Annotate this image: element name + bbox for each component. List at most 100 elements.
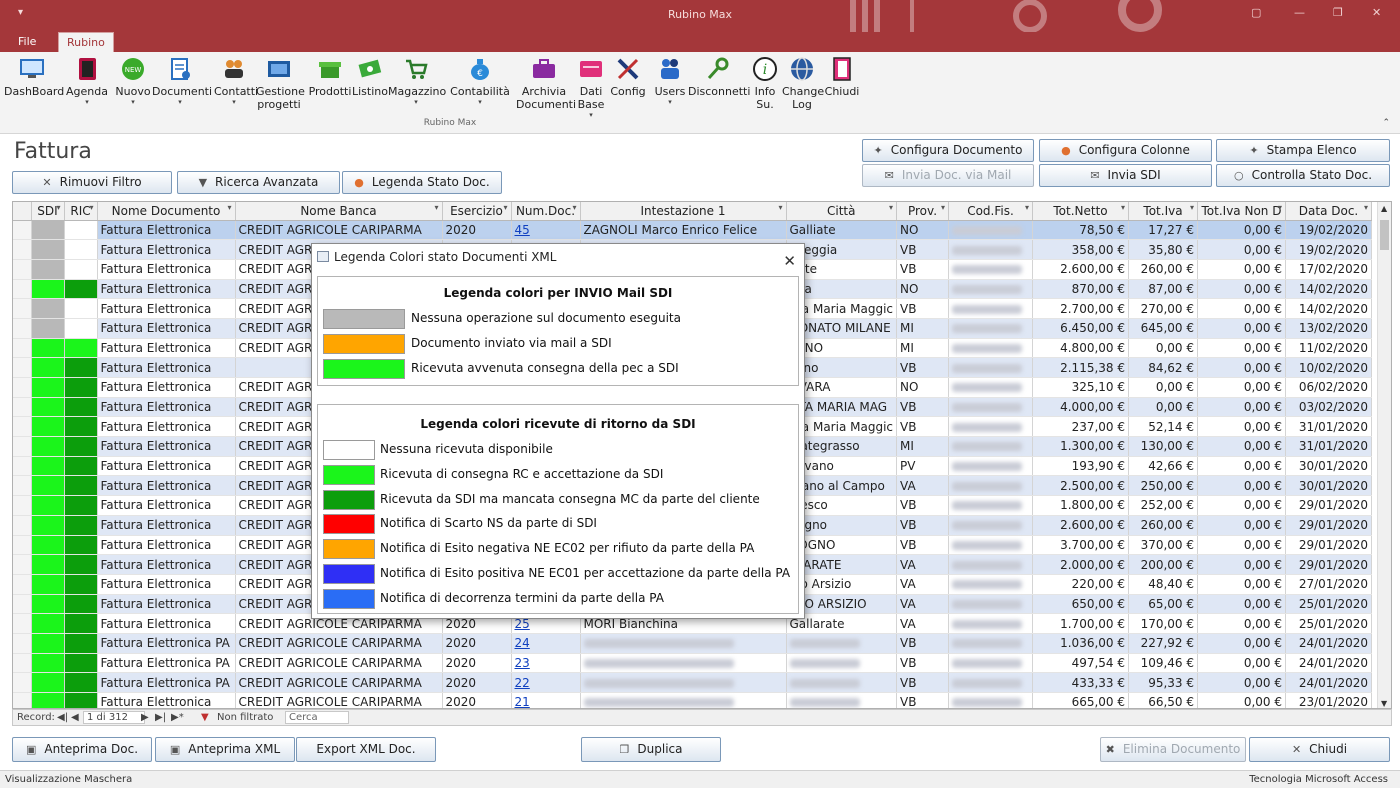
row-selector[interactable] — [13, 416, 32, 438]
ribbon-disconnetti-button[interactable]: Disconnetti — [688, 56, 750, 98]
document-name-cell[interactable]: Fattura Elettronica — [97, 416, 236, 438]
document-name-cell[interactable]: Fattura Elettronica — [97, 279, 236, 300]
sdi-status-cell[interactable] — [31, 279, 65, 300]
tax-code-cell[interactable] — [948, 298, 1033, 319]
vat-nd-cell[interactable]: 0,00 € — [1197, 397, 1286, 418]
tax-code-cell[interactable] — [948, 515, 1033, 536]
sdi-status-cell[interactable] — [31, 259, 65, 280]
tax-code-cell[interactable] — [948, 357, 1033, 378]
table-row[interactable]: Fattura Elettronica PA CREDIT AGRICOLE CA… — [13, 672, 1372, 693]
date-cell[interactable]: 31/01/2020 — [1285, 436, 1372, 457]
net-total-cell[interactable]: 3.700,00 € — [1032, 535, 1129, 556]
row-selector[interactable] — [13, 653, 32, 674]
sdi-status-cell[interactable] — [31, 436, 65, 457]
vat-nd-cell[interactable]: 0,00 € — [1197, 298, 1286, 319]
vat-total-cell[interactable]: 84,62 € — [1128, 357, 1198, 378]
sdi-status-cell[interactable] — [31, 613, 65, 634]
recipient-cell[interactable] — [580, 692, 787, 708]
tax-code-cell[interactable] — [948, 672, 1033, 693]
tax-code-cell[interactable] — [948, 338, 1033, 359]
ric-status-cell[interactable] — [64, 554, 98, 575]
tax-code-cell[interactable] — [948, 633, 1033, 654]
date-cell[interactable]: 24/01/2020 — [1285, 633, 1372, 654]
sdi-status-cell[interactable] — [31, 239, 65, 260]
document-name-cell[interactable]: Fattura Elettronica — [97, 475, 236, 497]
vat-total-cell[interactable]: 109,46 € — [1128, 653, 1198, 674]
vat-total-cell[interactable]: 252,00 € — [1128, 495, 1198, 516]
column-header[interactable]: Tot.Iva ▾ — [1128, 202, 1198, 221]
province-cell[interactable]: VB — [896, 495, 949, 516]
row-selector[interactable] — [13, 475, 32, 497]
vat-total-cell[interactable]: 370,00 € — [1128, 535, 1198, 556]
vat-total-cell[interactable]: 48,40 € — [1128, 574, 1198, 595]
row-selector[interactable] — [13, 279, 32, 300]
row-selector[interactable] — [13, 692, 32, 708]
legenda-stato-doc-button[interactable]: ● Legenda Stato Doc. — [342, 171, 502, 194]
ric-status-cell[interactable] — [64, 416, 98, 438]
sdi-status-cell[interactable] — [31, 554, 65, 575]
sdi-status-cell[interactable] — [31, 318, 65, 339]
row-selector[interactable] — [13, 436, 32, 457]
sdi-status-cell[interactable] — [31, 357, 65, 378]
row-selector[interactable] — [13, 633, 32, 654]
document-name-cell[interactable]: Fattura Elettronica — [97, 535, 236, 556]
province-cell[interactable]: PV — [896, 456, 949, 477]
column-header[interactable]: Esercizio ▾ — [442, 202, 512, 221]
tax-code-cell[interactable] — [948, 692, 1033, 708]
ric-status-cell[interactable] — [64, 692, 98, 708]
ribbon-listino-button[interactable]: Listino — [352, 56, 388, 98]
vat-total-cell[interactable]: 66,50 € — [1128, 692, 1198, 708]
year-cell[interactable]: 2020 — [442, 633, 512, 654]
row-selector[interactable] — [13, 515, 32, 536]
date-cell[interactable]: 29/01/2020 — [1285, 515, 1372, 536]
date-cell[interactable]: 25/01/2020 — [1285, 613, 1372, 634]
date-cell[interactable]: 23/01/2020 — [1285, 692, 1372, 708]
tax-code-cell[interactable] — [948, 377, 1033, 398]
ricerca-avanzata-button[interactable]: ▼ Ricerca Avanzata — [177, 171, 340, 194]
vat-total-cell[interactable]: 52,14 € — [1128, 416, 1198, 438]
tax-code-cell[interactable] — [948, 416, 1033, 438]
filter-off-icon[interactable]: ▼ — [201, 712, 209, 723]
filter-status[interactable]: Non filtrato — [217, 712, 273, 723]
date-cell[interactable]: 24/01/2020 — [1285, 653, 1372, 674]
row-selector[interactable] — [13, 456, 32, 477]
ric-status-cell[interactable] — [64, 613, 98, 634]
net-total-cell[interactable]: 78,50 € — [1032, 220, 1129, 241]
vat-nd-cell[interactable]: 0,00 € — [1197, 357, 1286, 378]
document-name-cell[interactable]: Fattura Elettronica — [97, 515, 236, 536]
tab-rubino[interactable]: Rubino — [58, 32, 114, 52]
net-total-cell[interactable]: 1.700,00 € — [1032, 613, 1129, 634]
net-total-cell[interactable]: 1.800,00 € — [1032, 495, 1129, 516]
row-selector[interactable] — [13, 318, 32, 339]
tax-code-cell[interactable] — [948, 613, 1033, 634]
province-cell[interactable]: NO — [896, 377, 949, 398]
vat-nd-cell[interactable]: 0,00 € — [1197, 259, 1286, 280]
vat-nd-cell[interactable]: 0,00 € — [1197, 633, 1286, 654]
table-row[interactable]: Fattura Elettronica CREDIT AGRICOLE CARIP… — [13, 220, 1372, 241]
ribbon-magazzino-button[interactable]: Magazzino ▾ — [388, 56, 446, 107]
date-cell[interactable]: 30/01/2020 — [1285, 456, 1372, 477]
vat-total-cell[interactable]: 87,00 € — [1128, 279, 1198, 300]
vat-total-cell[interactable]: 130,00 € — [1128, 436, 1198, 457]
column-header[interactable]: Città ▾ — [786, 202, 897, 221]
tax-code-cell[interactable] — [948, 456, 1033, 477]
row-selector[interactable] — [13, 377, 32, 398]
sdi-status-cell[interactable] — [31, 475, 65, 497]
sdi-status-cell[interactable] — [31, 377, 65, 398]
net-total-cell[interactable]: 220,00 € — [1032, 574, 1129, 595]
vat-nd-cell[interactable]: 0,00 € — [1197, 318, 1286, 339]
grid-vertical-scrollbar[interactable]: ▲ ▼ — [1377, 202, 1391, 708]
province-cell[interactable]: NO — [896, 220, 949, 241]
ribbon-gestione-progetti-button[interactable]: Gestione progetti — [256, 56, 305, 111]
column-header[interactable]: Tot.Iva Non D ▾ — [1197, 202, 1286, 221]
ribbon-agenda-button[interactable]: Agenda ▾ — [64, 56, 110, 107]
document-name-cell[interactable]: Fattura Elettronica — [97, 397, 236, 418]
document-name-cell[interactable]: Fattura Elettronica — [97, 357, 236, 378]
tax-code-cell[interactable] — [948, 318, 1033, 339]
vat-total-cell[interactable]: 200,00 € — [1128, 554, 1198, 575]
row-selector[interactable] — [13, 397, 32, 418]
date-cell[interactable]: 24/01/2020 — [1285, 672, 1372, 693]
bank-name-cell[interactable]: CREDIT AGRICOLE CARIPARMA — [235, 672, 443, 693]
province-cell[interactable]: MI — [896, 338, 949, 359]
net-total-cell[interactable]: 2.000,00 € — [1032, 554, 1129, 575]
